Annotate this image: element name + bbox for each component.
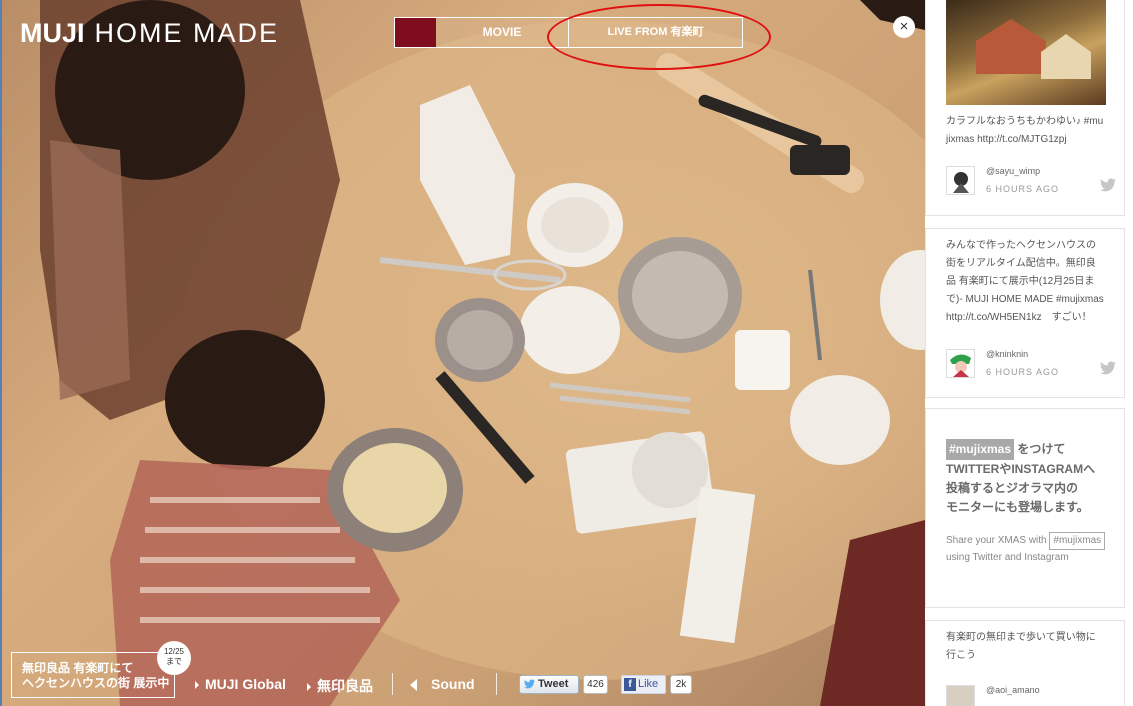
tweet-text: カラフルなおうちもかわゆい♪ #mujixmas http://t.co/MJT… [946, 116, 1104, 145]
exhibit-line-1: 無印良品 有楽町にて [22, 661, 134, 675]
gingerbread-house-photo [946, 0, 1106, 105]
speaker-icon [410, 679, 417, 692]
red-annotation-circle [547, 4, 771, 70]
divider [392, 673, 393, 695]
tweet-meta: @aoi_amano [946, 685, 1116, 706]
tweet-text: 有楽町の無印まで歩いて買い物に行こう [946, 632, 1096, 661]
facebook-icon: f [624, 678, 636, 691]
social-feed-sidebar: カラフルなおうちもかわゆい♪ #mujixmas http://t.co/MJT… [925, 0, 1133, 706]
sound-label: Sound [431, 676, 475, 692]
hashtag-promo-card: #mujixmas をつけて TWITTERやINSTAGRAMへ 投稿するとジ… [925, 408, 1125, 608]
date-badge-date: 12/25 [163, 647, 185, 656]
tweet-username[interactable]: @kninknin [986, 349, 1028, 359]
video-background [0, 0, 925, 706]
promo-small-2: using Twitter and Instagram [946, 552, 1069, 563]
link-muji-global[interactable]: MUJI Global [195, 676, 286, 692]
tweet-text: みんなで作ったヘクセンハウスの街をリアルタイム配信中。無印良品 有楽町にて展示中… [946, 240, 1104, 323]
arrow-right-icon [195, 681, 199, 690]
tweet-card[interactable]: カラフルなおうちもかわゆい♪ #mujixmas http://t.co/MJT… [925, 0, 1125, 216]
muji-home-made-logo[interactable]: MUJI HOME MADE [20, 18, 279, 49]
nav-accent-block [395, 18, 436, 47]
logo-home-made: HOME MADE [94, 18, 280, 48]
date-badge-sub: まで [166, 657, 182, 666]
like-count: 2k [670, 675, 692, 694]
date-badge: 12/25 まで [157, 641, 191, 675]
exhibition-banner[interactable]: 無印良品 有楽町にて ヘクセンハウスの街 展示中 [11, 652, 175, 698]
close-button[interactable]: × [893, 16, 915, 38]
tweet-count: 426 [583, 675, 608, 694]
tweet-time: 6 HOURS AGO [986, 367, 1060, 377]
avatar[interactable] [946, 166, 975, 195]
promo-line2: TWITTERやINSTAGRAMへ [946, 462, 1096, 476]
arrow-right-icon [307, 683, 311, 692]
sound-toggle[interactable]: Sound [410, 676, 475, 692]
exhibit-line-2: ヘクセンハウスの街 展示中 [22, 676, 170, 690]
hashtag-outline-badge[interactable]: #mujixmas [1049, 532, 1106, 550]
hashtag-badge[interactable]: #mujixmas [946, 439, 1015, 460]
facebook-like-button[interactable]: f Like [621, 675, 666, 694]
tweet-meta: @kninknin 6 HOURS AGO [946, 349, 1116, 381]
twitter-bird-icon [1100, 178, 1116, 192]
tweet-username[interactable]: @aoi_amano [986, 685, 1040, 695]
logo-muji: MUJI [20, 18, 85, 48]
tweet-card[interactable]: みんなで作ったヘクセンハウスの街をリアルタイム配信中。無印良品 有楽町にて展示中… [925, 228, 1125, 398]
page-left-edge [0, 0, 2, 706]
link-mujirushi-label: 無印良品 [317, 678, 373, 694]
tweet-button-label: Tweet [538, 678, 569, 690]
divider [496, 673, 497, 695]
tweet-card[interactable]: 有楽町の無印まで歩いて買い物に行こう @aoi_amano [925, 620, 1125, 706]
like-button-label: Like [638, 678, 659, 690]
avatar[interactable] [946, 349, 975, 378]
avatar[interactable] [946, 685, 975, 706]
twitter-bird-icon [1100, 361, 1116, 375]
kitchen-scene-illustration [40, 0, 925, 706]
promo-line1: をつけて [1017, 442, 1066, 456]
tweet-username[interactable]: @sayu_wimp [986, 166, 1040, 176]
link-mujirushi[interactable]: 無印良品 [307, 676, 373, 696]
tweet-time: 6 HOURS AGO [986, 184, 1060, 194]
promo-small-1: Share your XMAS with [946, 535, 1047, 546]
twitter-bird-icon [524, 679, 535, 689]
tweet-meta: @sayu_wimp 6 HOURS AGO [946, 166, 1116, 198]
tweet-button[interactable]: Tweet [519, 675, 579, 694]
promo-line4: モニターにも登場します。 [946, 500, 1089, 514]
promo-line3: 投稿するとジオラマ内の [946, 481, 1079, 495]
link-muji-global-label: MUJI Global [205, 676, 286, 692]
